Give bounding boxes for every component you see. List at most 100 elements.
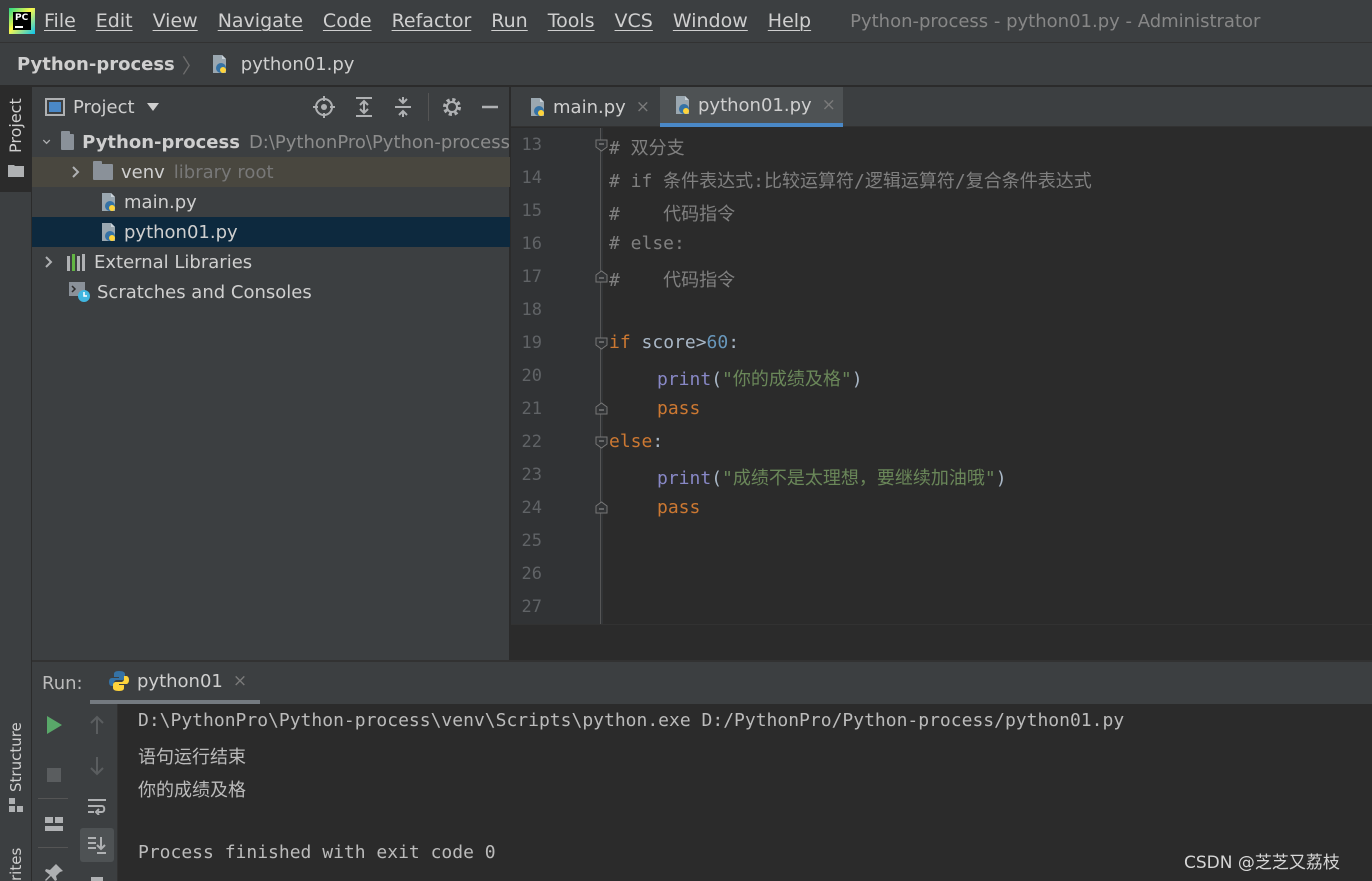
fold-end-marker-icon[interactable] <box>595 270 608 283</box>
menu-edit[interactable]: Edit <box>96 10 133 32</box>
gear-icon[interactable] <box>441 96 463 118</box>
expand-all-icon[interactable] <box>353 96 375 118</box>
minimize-icon[interactable] <box>479 96 501 118</box>
menu-window[interactable]: Window <box>673 10 748 32</box>
pin-tab-button[interactable] <box>40 859 68 881</box>
rerun-button[interactable] <box>40 711 68 739</box>
toolbar-divider <box>38 798 68 799</box>
number-literal: 60 <box>706 332 729 353</box>
run-tab-python01[interactable]: python01 × <box>90 662 260 704</box>
line-number: 19 <box>521 333 542 353</box>
line-number: 14 <box>521 168 542 188</box>
pycharm-logo-icon: PC <box>9 8 35 34</box>
code-line-21: pass <box>657 398 701 419</box>
tab-python01-py[interactable]: python01.py × <box>660 87 843 127</box>
python-icon <box>109 671 129 691</box>
folder-icon <box>93 161 113 180</box>
root-folder-path: D:\PythonPro\Python-process <box>248 131 510 153</box>
stop-button[interactable] <box>40 761 68 789</box>
punctuation: ( <box>711 369 723 390</box>
chevron-down-icon[interactable] <box>146 103 159 111</box>
tree-item-venv[interactable]: venv library root <box>32 157 510 187</box>
layout-button[interactable] <box>40 810 68 838</box>
tree-item-python01-py[interactable]: python01.py <box>32 217 510 247</box>
soft-wrap-button[interactable] <box>83 792 111 820</box>
code-line-15: # 代码指令 <box>609 204 736 225</box>
chevron-right-icon[interactable] <box>69 165 83 179</box>
project-stripe-label: Project <box>6 98 25 153</box>
close-icon[interactable]: × <box>233 671 247 691</box>
project-view-title[interactable]: Project <box>73 97 135 118</box>
file-name: main.py <box>124 191 197 213</box>
tree-item-main-py[interactable]: main.py <box>32 187 510 217</box>
menu-navigate[interactable]: Navigate <box>218 10 303 32</box>
breadcrumb-project[interactable]: Python-process <box>17 54 175 75</box>
punctuation: ) <box>995 468 1007 489</box>
fold-end-marker-icon[interactable] <box>595 402 608 415</box>
breadcrumb-file[interactable]: python01.py <box>241 54 355 75</box>
locate-icon[interactable] <box>313 96 335 118</box>
menu-vcs[interactable]: VCS <box>615 10 653 32</box>
line-number: 26 <box>521 564 542 584</box>
fold-marker-icon[interactable] <box>595 337 608 350</box>
menu-tools[interactable]: Tools <box>548 10 595 32</box>
punctuation: ( <box>711 468 723 489</box>
python-file-icon <box>209 54 229 74</box>
fold-marker-icon[interactable] <box>595 139 608 152</box>
scroll-down-button[interactable] <box>83 752 111 780</box>
library-icon <box>67 254 85 271</box>
scroll-to-end-button[interactable] <box>80 828 114 862</box>
venv-folder-name: venv <box>121 161 165 183</box>
print-button[interactable] <box>83 869 111 881</box>
scroll-to-end-icon <box>88 837 106 854</box>
code-line-16: # else: <box>609 233 685 254</box>
tree-item-external-libraries[interactable]: External Libraries <box>32 247 510 277</box>
code-line-23: print("成绩不是太理想，要继续加油哦") <box>657 464 1007 490</box>
structure-icon <box>9 798 23 812</box>
external-libraries-label: External Libraries <box>94 251 253 273</box>
tree-item-scratches[interactable]: Scratches and Consoles <box>32 277 510 307</box>
chevron-down-icon[interactable] <box>42 135 51 149</box>
expression: score> <box>630 332 707 353</box>
close-icon[interactable]: × <box>822 95 836 115</box>
close-icon[interactable]: × <box>636 97 650 117</box>
chevron-right-icon[interactable] <box>42 255 56 269</box>
scroll-up-button[interactable] <box>83 711 111 739</box>
run-toolbar <box>32 704 118 881</box>
tab-main-py[interactable]: main.py × <box>527 87 650 127</box>
indent-guide <box>600 128 601 624</box>
left-tool-stripe: Project Structure rites <box>0 87 32 881</box>
punctuation: : <box>652 431 664 452</box>
code-editor[interactable]: 13 14 15 16 17 18 19 20 21 22 23 24 25 2… <box>511 128 1372 624</box>
menu-help[interactable]: Help <box>768 10 811 32</box>
stop-icon <box>47 768 61 782</box>
line-number: 25 <box>521 531 542 551</box>
run-label: Run: <box>42 672 83 694</box>
layout-icon <box>45 817 63 831</box>
breadcrumb: Python-process 〉 python01.py <box>0 43 1372 86</box>
fold-marker-icon[interactable] <box>595 436 608 449</box>
structure-stripe-label: Structure <box>7 722 25 792</box>
menu-refactor[interactable]: Refactor <box>392 10 472 32</box>
code-line-22: else: <box>609 431 663 452</box>
window-title: Python-process - python01.py - Administr… <box>850 10 1261 32</box>
menu-run[interactable]: Run <box>491 10 527 32</box>
toolbar-divider <box>38 847 68 848</box>
menu-file[interactable]: File <box>44 10 76 32</box>
line-number: 17 <box>521 267 542 287</box>
project-stripe-button[interactable]: Project <box>0 87 31 192</box>
editor-bottom-area <box>511 624 1372 660</box>
root-folder-name: Python-process <box>82 131 240 153</box>
pin-icon <box>45 864 63 881</box>
folder-icon <box>61 131 75 150</box>
fold-end-marker-icon[interactable] <box>595 501 608 514</box>
console-exit-line: Process finished with exit code 0 <box>138 842 496 863</box>
collapse-all-icon[interactable] <box>392 96 414 118</box>
menu-code[interactable]: Code <box>323 10 372 32</box>
tree-root-python-process[interactable]: Python-process D:\PythonPro\Python-proce… <box>32 127 510 157</box>
run-tool-window: Run: python01 × D:\PythonPro\Python-proc… <box>32 660 1372 881</box>
menu-view[interactable]: View <box>153 10 198 32</box>
tab-label: main.py <box>553 96 626 118</box>
folder-icon <box>8 165 24 177</box>
project-view-icon <box>45 98 65 116</box>
